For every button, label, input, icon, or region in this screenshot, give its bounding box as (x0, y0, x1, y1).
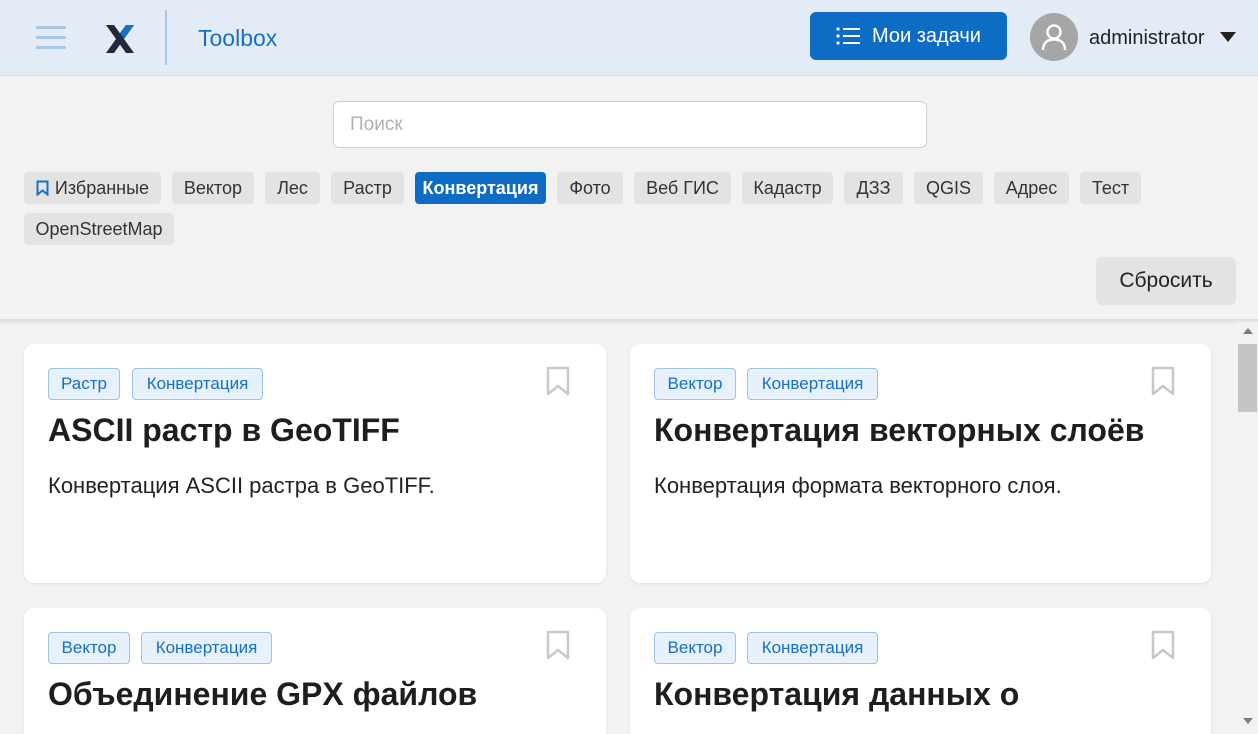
bookmark-icon (36, 180, 49, 196)
card-tag[interactable]: Вектор (48, 632, 130, 664)
reset-button[interactable]: Сбросить (1096, 257, 1236, 305)
chip-openstreetmap[interactable]: OpenStreetMap (24, 213, 174, 245)
chip-raster[interactable]: Растр (331, 172, 404, 204)
card-tag[interactable]: Вектор (654, 368, 736, 400)
card-tag[interactable]: Конвертация (132, 368, 263, 400)
app-title[interactable]: Toolbox (198, 24, 277, 52)
scrollbar-thumb[interactable] (1238, 344, 1257, 412)
bookmark-icon[interactable] (546, 630, 570, 660)
scroll-up-icon[interactable] (1243, 328, 1253, 334)
logo[interactable] (104, 23, 136, 55)
chip-vector[interactable]: Вектор (172, 172, 254, 204)
chip-dzz[interactable]: ДЗЗ (844, 172, 903, 204)
username[interactable]: administrator (1089, 26, 1205, 50)
chip-conversion[interactable]: Конвертация (415, 172, 546, 204)
chip-cadastre[interactable]: Кадастр (742, 172, 833, 204)
chip-web-gis[interactable]: Веб ГИС (634, 172, 731, 204)
bookmark-icon[interactable] (546, 366, 570, 396)
card-tag[interactable]: Конвертация (747, 632, 878, 664)
avatar[interactable] (1030, 13, 1078, 61)
card-tag[interactable]: Вектор (654, 632, 736, 664)
filter-panel-shadow (0, 319, 1258, 325)
card-tag[interactable]: Конвертация (141, 632, 272, 664)
tool-card[interactable]: Вектор Конвертация Объединение GPX файло… (24, 608, 606, 734)
card-tag[interactable]: Растр (48, 368, 120, 400)
scroll-down-icon[interactable] (1243, 718, 1253, 724)
list-icon (836, 27, 860, 45)
chip-address[interactable]: Адрес (994, 172, 1069, 204)
bookmark-icon[interactable] (1151, 366, 1175, 396)
card-tag[interactable]: Конвертация (747, 368, 878, 400)
chip-forest[interactable]: Лес (265, 172, 320, 204)
chip-favorites[interactable]: Избранные (24, 172, 161, 204)
chip-qgis[interactable]: QGIS (914, 172, 983, 204)
card-title[interactable]: Конвертация векторных слоёв (654, 410, 1144, 450)
card-title[interactable]: Объединение GPX файлов (48, 674, 477, 714)
hamburger-icon[interactable] (36, 24, 66, 52)
card-title[interactable]: Конвертация данных о (654, 674, 1019, 714)
header-divider (165, 10, 167, 65)
my-tasks-button[interactable]: Мои задачи (810, 12, 1007, 60)
search-input[interactable] (333, 101, 927, 148)
card-description: Конвертация формата векторного слоя. (654, 473, 1062, 498)
my-tasks-label: Мои задачи (872, 24, 981, 47)
bookmark-icon[interactable] (1151, 630, 1175, 660)
chip-favorites-label: Избранные (54, 177, 150, 198)
tool-card[interactable]: Растр Конвертация ASCII растр в GeoTIFF … (24, 344, 606, 583)
scrollbar[interactable] (1237, 322, 1258, 734)
card-title[interactable]: ASCII растр в GeoTIFF (48, 410, 400, 450)
tool-card[interactable]: Вектор Конвертация Конвертация данных о (630, 608, 1211, 734)
top-bar: Toolbox Мои задачи administrator (0, 0, 1258, 76)
chip-test[interactable]: Тест (1080, 172, 1141, 204)
caret-down-icon[interactable] (1220, 32, 1236, 42)
user-icon (1041, 24, 1067, 51)
chip-photo[interactable]: Фото (557, 172, 623, 204)
tool-card[interactable]: Вектор Конвертация Конвертация векторных… (630, 344, 1211, 583)
card-description: Конвертация ASCII растра в GeoTIFF. (48, 473, 435, 498)
